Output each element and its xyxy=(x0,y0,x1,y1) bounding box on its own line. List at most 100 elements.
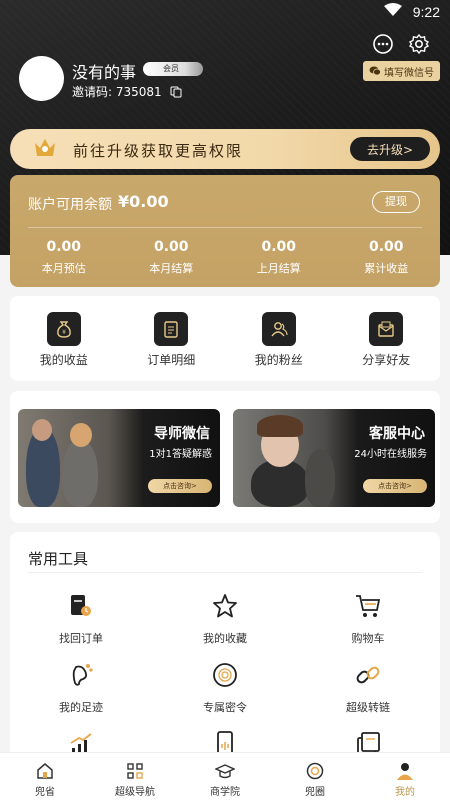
promo-title: 导师微信 xyxy=(154,426,210,442)
tool-exclusive-code[interactable]: 专属密令 xyxy=(165,661,285,715)
circle-icon xyxy=(306,762,324,780)
promo-subtitle: 1对1答疑解惑 xyxy=(149,449,212,460)
withdraw-button[interactable]: 提现 xyxy=(372,191,420,213)
avatar[interactable] xyxy=(19,56,64,101)
wechat-button-label: 填写微信号 xyxy=(384,67,434,79)
top-icons xyxy=(372,33,430,55)
profile-icon xyxy=(397,763,413,780)
photo-person xyxy=(70,423,92,447)
tools-title: 常用工具 xyxy=(28,550,89,568)
wifi-icon xyxy=(384,3,402,16)
invite-code-row: 邀请码: 735081 xyxy=(72,83,182,100)
tab-home[interactable]: 兜省 xyxy=(0,753,90,800)
tool-super-link[interactable]: 超级转链 xyxy=(308,661,428,715)
stat-label: 上月结算 xyxy=(256,262,301,275)
quick-share-friends[interactable]: 分享好友 xyxy=(333,296,441,381)
tool-cart[interactable]: 购物车 xyxy=(308,592,428,646)
tool-my-favorites[interactable]: 我的收藏 xyxy=(165,592,285,646)
link-icon xyxy=(356,666,380,684)
tool-footprints[interactable]: 我的足迹 xyxy=(21,661,141,715)
photo-person xyxy=(257,415,303,437)
upgrade-banner[interactable]: 前往升级获取更高权限 去升级> xyxy=(10,129,440,169)
grid-icon xyxy=(127,763,143,779)
promo-title: 客服中心 xyxy=(369,426,425,442)
tab-label: 超级导航 xyxy=(115,787,155,798)
tool-label: 我的收藏 xyxy=(203,632,247,645)
stat-value: 0.00 xyxy=(46,239,82,255)
order-search-icon xyxy=(71,595,91,616)
tab-label: 商学院 xyxy=(210,787,240,798)
tab-label: 兜省 xyxy=(35,787,55,798)
fingerprint-icon xyxy=(213,663,237,687)
tab-super-nav[interactable]: 超级导航 xyxy=(90,753,180,800)
promo-subtitle: 24小时在线服务 xyxy=(354,449,427,460)
balance-label: 账户可用余额 xyxy=(28,197,112,213)
money-bag-icon: ¥ xyxy=(46,312,81,346)
stat-label: 本月结算 xyxy=(149,262,194,275)
quick-my-fans[interactable]: 我的粉丝 xyxy=(225,296,333,381)
stat-value: 0.00 xyxy=(368,239,404,255)
tool-label: 我的足迹 xyxy=(59,701,103,714)
stat-last-month-settled[interactable]: 0.00 上月结算 xyxy=(225,239,333,276)
stat-value: 0.00 xyxy=(261,239,297,255)
consult-button[interactable]: 点击咨询> xyxy=(148,479,212,493)
cart-icon xyxy=(356,595,381,617)
quick-label: 我的粉丝 xyxy=(254,353,303,367)
tool-label: 超级转链 xyxy=(346,701,390,714)
member-badge: 会员 xyxy=(143,62,203,76)
balance-divider xyxy=(28,227,422,228)
envelope-icon xyxy=(369,312,404,346)
footprint-icon xyxy=(72,664,93,686)
quick-label: 分享好友 xyxy=(362,353,411,367)
upgrade-text: 前往升级获取更高权限 xyxy=(73,142,244,160)
tool-label: 找回订单 xyxy=(59,632,103,645)
tool-find-order[interactable]: 找回订单 xyxy=(21,592,141,646)
tab-mine[interactable]: 我的 xyxy=(360,753,450,800)
wechat-icon xyxy=(369,66,381,76)
copy-icon[interactable] xyxy=(170,86,182,98)
invite-label: 邀请码: xyxy=(72,85,113,99)
crown-icon xyxy=(35,139,55,156)
message-icon[interactable] xyxy=(372,33,394,55)
svg-text:¥: ¥ xyxy=(62,329,66,336)
home-icon xyxy=(37,763,53,779)
promo-mentor-wechat[interactable]: 导师微信 1对1答疑解惑 点击咨询> xyxy=(18,409,220,507)
invite-code: 735081 xyxy=(115,85,162,99)
stat-month-settled[interactable]: 0.00 本月结算 xyxy=(118,239,226,276)
clipboard-icon xyxy=(154,312,189,346)
quick-label: 我的收益 xyxy=(39,353,88,367)
quick-my-income[interactable]: ¥ 我的收益 xyxy=(10,296,118,381)
photo-person xyxy=(62,439,98,507)
photo-person xyxy=(305,449,335,507)
quick-order-details[interactable]: 订单明细 xyxy=(118,296,226,381)
people-icon xyxy=(261,312,296,346)
stat-total-income[interactable]: 0.00 累计收益 xyxy=(333,239,441,276)
tools-divider xyxy=(28,572,422,573)
status-bar: 9:22 xyxy=(0,0,450,24)
promo-customer-service[interactable]: 客服中心 24小时在线服务 点击咨询> xyxy=(233,409,435,507)
tab-label: 我的 xyxy=(395,787,415,798)
quick-label: 订单明细 xyxy=(147,353,196,367)
tab-business-school[interactable]: 商学院 xyxy=(180,753,270,800)
star-icon xyxy=(213,594,237,618)
stat-label: 累计收益 xyxy=(364,262,409,275)
tool-label: 专属密令 xyxy=(203,701,247,714)
promo-card: 导师微信 1对1答疑解惑 点击咨询> 客服中心 24小时在线服务 点击咨询> xyxy=(10,391,440,523)
stat-value: 0.00 xyxy=(153,239,189,255)
tools-card: 常用工具 找回订单 我的收藏 购物车 我的足迹 专属密令 超级转链 xyxy=(10,532,440,762)
status-time: 9:22 xyxy=(412,4,440,20)
balance-value: ¥0.00 xyxy=(118,192,169,211)
tool-label: 购物车 xyxy=(351,632,385,645)
gear-icon[interactable] xyxy=(408,33,430,55)
tab-label: 兜圈 xyxy=(305,787,325,798)
fill-wechat-button[interactable]: 填写微信号 xyxy=(363,61,440,81)
upgrade-button[interactable]: 去升级> xyxy=(350,137,430,161)
balance-card: 账户可用余额 ¥0.00 提现 0.00 本月预估 0.00 本月结算 0.00 上月… xyxy=(10,175,440,287)
tab-circle[interactable]: 兜圈 xyxy=(270,753,360,800)
consult-button[interactable]: 点击咨询> xyxy=(363,479,427,493)
balance-stats: 0.00 本月预估 0.00 本月结算 0.00 上月结算 0.00 累计收益 xyxy=(10,239,440,276)
stat-month-estimate[interactable]: 0.00 本月预估 xyxy=(10,239,118,276)
bottom-tabbar: 兜省 超级导航 商学院 兜圈 我的 xyxy=(0,752,450,800)
quick-actions-card: ¥ 我的收益 订单明细 我的粉丝 分享好友 xyxy=(10,296,440,381)
photo-person xyxy=(32,419,52,441)
